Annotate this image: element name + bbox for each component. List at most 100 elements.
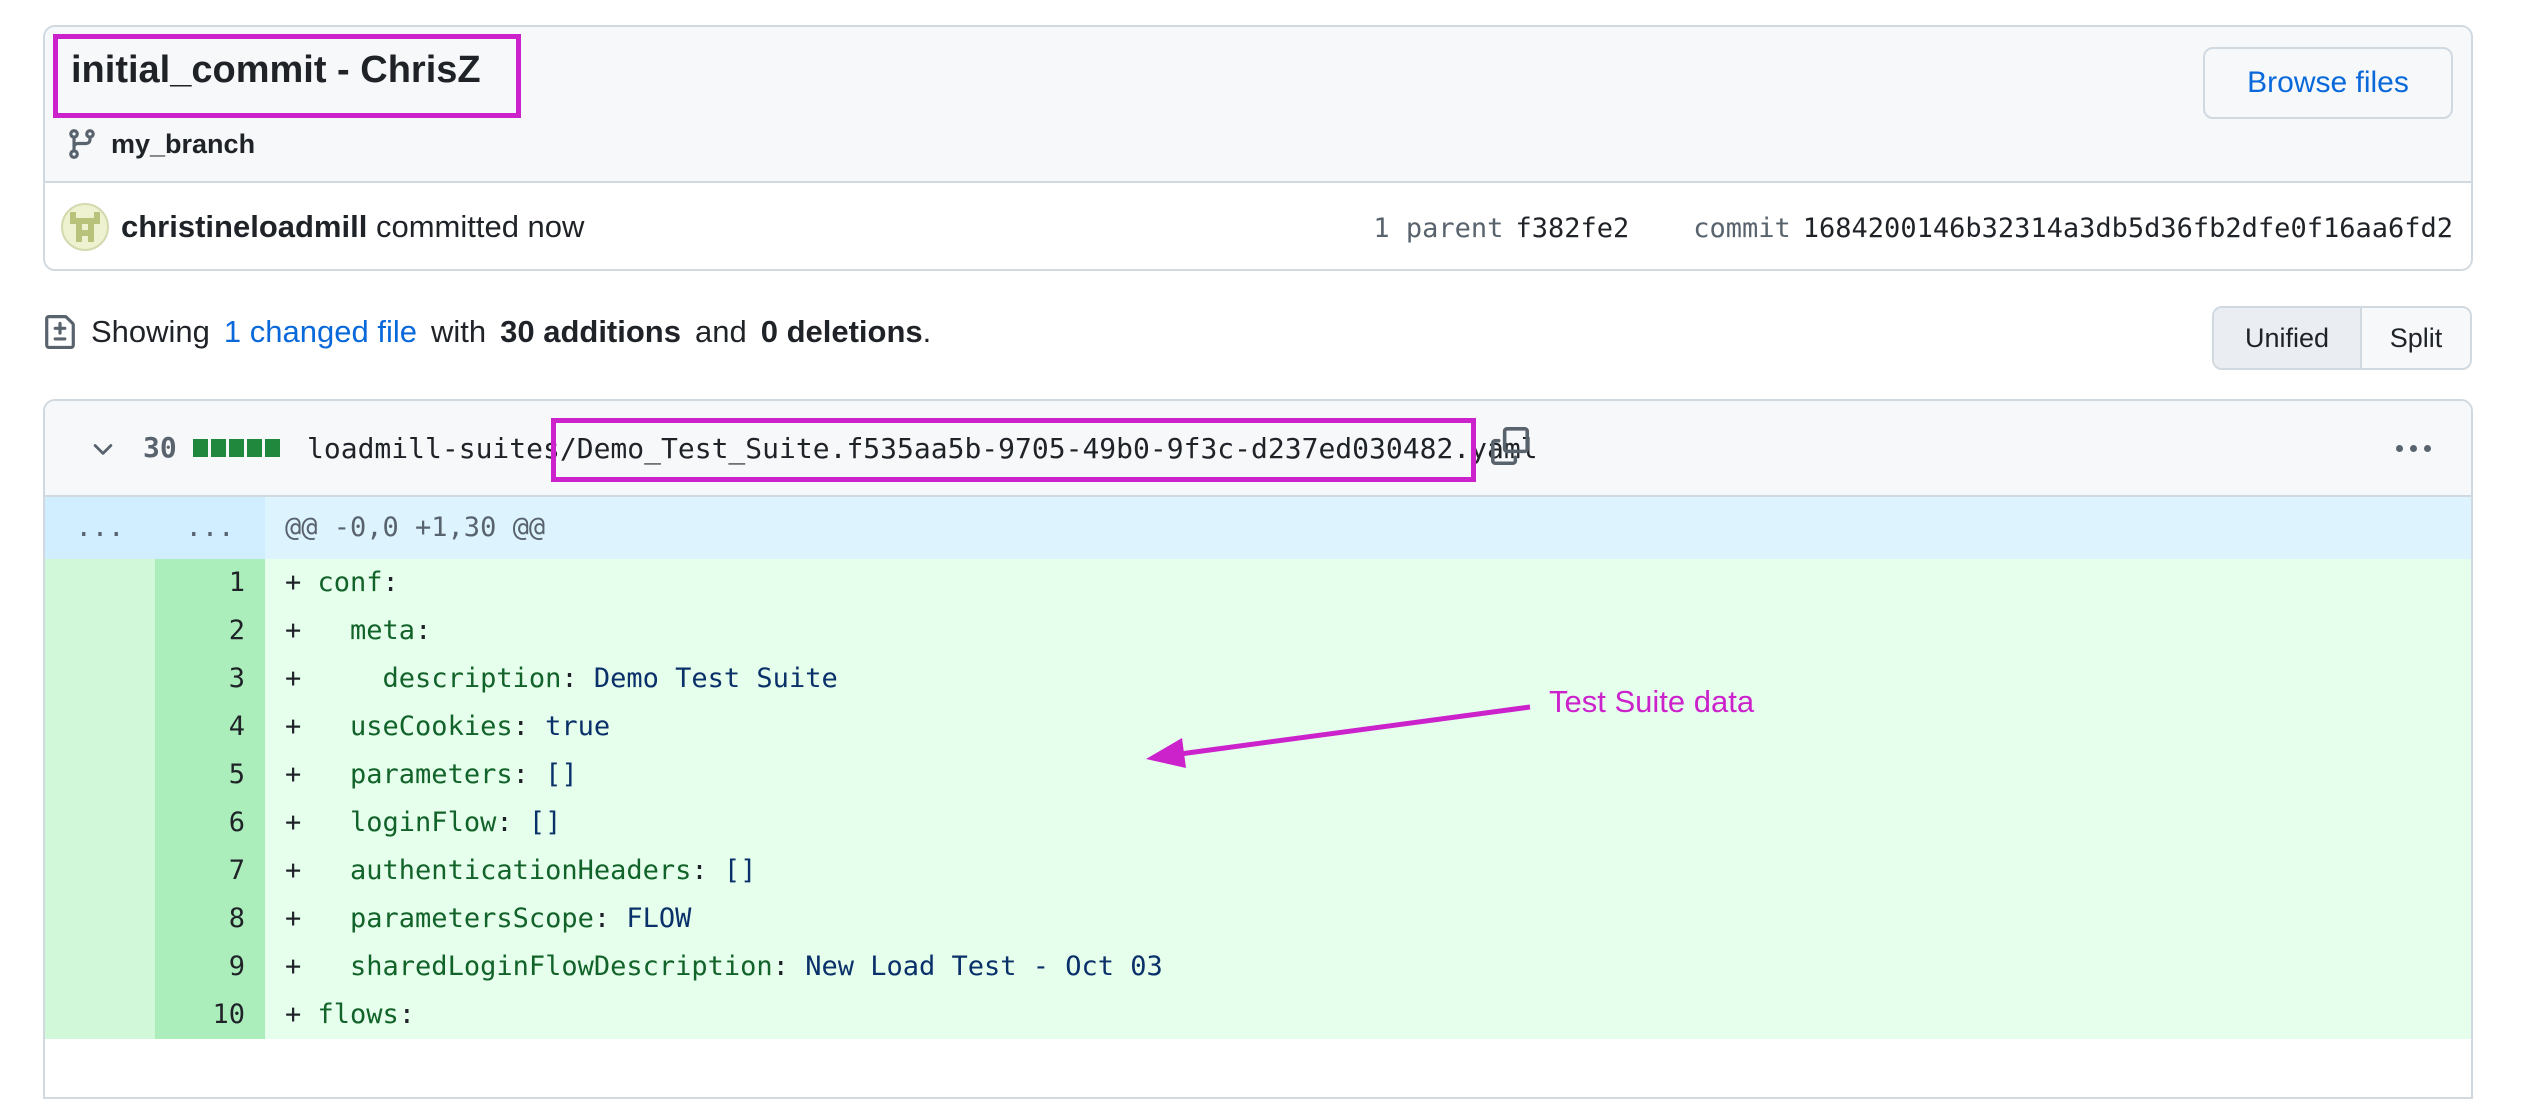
yaml-key: conf bbox=[317, 567, 383, 598]
expand-up-button[interactable]: ... bbox=[45, 497, 155, 559]
diff-sign: + bbox=[285, 951, 318, 982]
browse-files-button[interactable]: Browse files bbox=[2203, 47, 2453, 119]
yaml-value: [] bbox=[723, 855, 757, 886]
new-line-number[interactable]: 4 bbox=[155, 703, 265, 751]
annotation-arrow-icon bbox=[1146, 704, 1531, 768]
yaml-key: parameters bbox=[350, 759, 513, 790]
parent-label: 1 parent bbox=[1373, 213, 1504, 244]
chevron-down-icon[interactable] bbox=[89, 435, 117, 463]
split-view-button[interactable]: Split bbox=[2362, 308, 2470, 368]
diff-line: 8 + parametersScope: FLOW bbox=[45, 895, 2471, 943]
yaml-value: [] bbox=[545, 759, 578, 790]
yaml-value: New Load Test - Oct 03 bbox=[805, 951, 1163, 982]
diffstat-block bbox=[265, 439, 280, 457]
diff-sign: + bbox=[285, 663, 318, 694]
yaml-separator: : bbox=[691, 855, 724, 886]
author-link[interactable]: christineloadmill bbox=[121, 209, 367, 244]
summary-with: with bbox=[430, 314, 487, 349]
deletions-count: 0 deletions. bbox=[760, 314, 932, 349]
new-line-number[interactable]: 10 bbox=[155, 991, 265, 1039]
code-line: + parametersScope: FLOW bbox=[265, 895, 2471, 943]
yaml-separator: : bbox=[593, 903, 627, 934]
diff-line: 6 + loginFlow: [] bbox=[45, 799, 2471, 847]
new-line-number[interactable]: 5 bbox=[155, 751, 265, 799]
yaml-separator: : bbox=[512, 711, 546, 742]
diff-summary: Showing 1 changed file with 30 additions… bbox=[43, 312, 931, 352]
diff-sign: + bbox=[285, 807, 318, 838]
filename-highlight bbox=[551, 418, 1476, 482]
code-line: + sharedLoginFlowDescription: New Load T… bbox=[265, 943, 2471, 991]
yaml-value: [] bbox=[528, 807, 562, 838]
diff-sign: + bbox=[285, 903, 318, 934]
additions-count: 30 additions bbox=[500, 314, 681, 349]
parent-sha-link[interactable]: f382fe2 bbox=[1515, 213, 1629, 244]
old-line-number[interactable] bbox=[45, 607, 155, 655]
diff-sign: + bbox=[285, 711, 318, 742]
yaml-key: meta bbox=[350, 615, 416, 646]
changed-files-link[interactable]: 1 changed file bbox=[224, 314, 417, 350]
old-line-number[interactable] bbox=[45, 751, 155, 799]
yaml-separator: : bbox=[561, 663, 594, 694]
new-line-number[interactable]: 7 bbox=[155, 847, 265, 895]
old-line-number[interactable] bbox=[45, 991, 155, 1039]
new-line-number[interactable]: 3 bbox=[155, 655, 265, 703]
old-line-number[interactable] bbox=[45, 703, 155, 751]
diffstat-bar bbox=[193, 439, 280, 457]
expand-down-button[interactable]: ... bbox=[155, 497, 265, 559]
new-line-number[interactable]: 8 bbox=[155, 895, 265, 943]
diff-line: 9 + sharedLoginFlowDescription: New Load … bbox=[45, 943, 2471, 991]
diff-line: 10 + flows: bbox=[45, 991, 2471, 1039]
unified-view-button[interactable]: Unified bbox=[2214, 308, 2362, 368]
file-additions-count: 30 bbox=[143, 431, 177, 464]
yaml-key: authenticationHeaders bbox=[350, 855, 692, 886]
code-line: + loginFlow: [] bbox=[265, 799, 2471, 847]
old-line-number[interactable] bbox=[45, 895, 155, 943]
diff-view-toggle: Unified Split bbox=[2212, 306, 2472, 370]
git-branch-icon bbox=[69, 129, 95, 159]
title-highlight bbox=[53, 34, 521, 118]
commit-label: commit bbox=[1693, 213, 1791, 244]
more-options-icon[interactable] bbox=[2396, 445, 2431, 452]
old-line-number[interactable] bbox=[45, 943, 155, 991]
diff-sign: + bbox=[285, 759, 318, 790]
copy-icon[interactable] bbox=[1491, 427, 1529, 465]
code-line: + authenticationHeaders: [] bbox=[265, 847, 2471, 895]
diffstat-block bbox=[211, 439, 226, 457]
avatar[interactable] bbox=[61, 203, 109, 251]
old-line-number[interactable] bbox=[45, 847, 155, 895]
new-line-number[interactable]: 2 bbox=[155, 607, 265, 655]
yaml-key: useCookies bbox=[350, 711, 513, 742]
diff-line: 7 + authenticationHeaders: [] bbox=[45, 847, 2471, 895]
summary-and: and bbox=[694, 314, 747, 349]
diff-sign: + bbox=[285, 999, 318, 1030]
old-line-number[interactable] bbox=[45, 559, 155, 607]
branch-row: my_branch bbox=[65, 127, 255, 161]
commit-meta: christineloadmill committed now 1 parent… bbox=[45, 183, 2471, 269]
diff-sign: + bbox=[285, 615, 318, 646]
old-line-number[interactable] bbox=[45, 655, 155, 703]
new-line-number[interactable]: 9 bbox=[155, 943, 265, 991]
new-line-number[interactable]: 6 bbox=[155, 799, 265, 847]
hunk-header: ... ... @@ -0,0 +1,30 @@ bbox=[45, 497, 2471, 559]
diff-line: 1 + conf: bbox=[45, 559, 2471, 607]
yaml-key: loginFlow bbox=[350, 807, 497, 838]
commit-sha: 1684200146b32314a3db5d36fb2dfe0f16aa6fd2 bbox=[1802, 213, 2453, 244]
committed-time: committed now bbox=[367, 209, 585, 244]
yaml-value: Demo Test Suite bbox=[593, 663, 838, 694]
diff-sign: + bbox=[285, 567, 318, 598]
yaml-key: sharedLoginFlowDescription bbox=[350, 951, 773, 982]
new-line-number[interactable]: 1 bbox=[155, 559, 265, 607]
hunk-header-text: @@ -0,0 +1,30 @@ bbox=[285, 512, 546, 543]
branch-name[interactable]: my_branch bbox=[111, 129, 255, 160]
identicon-icon bbox=[70, 212, 100, 242]
diffstat-block bbox=[229, 439, 244, 457]
diff-line: 2 + meta: bbox=[45, 607, 2471, 655]
old-line-number[interactable] bbox=[45, 799, 155, 847]
